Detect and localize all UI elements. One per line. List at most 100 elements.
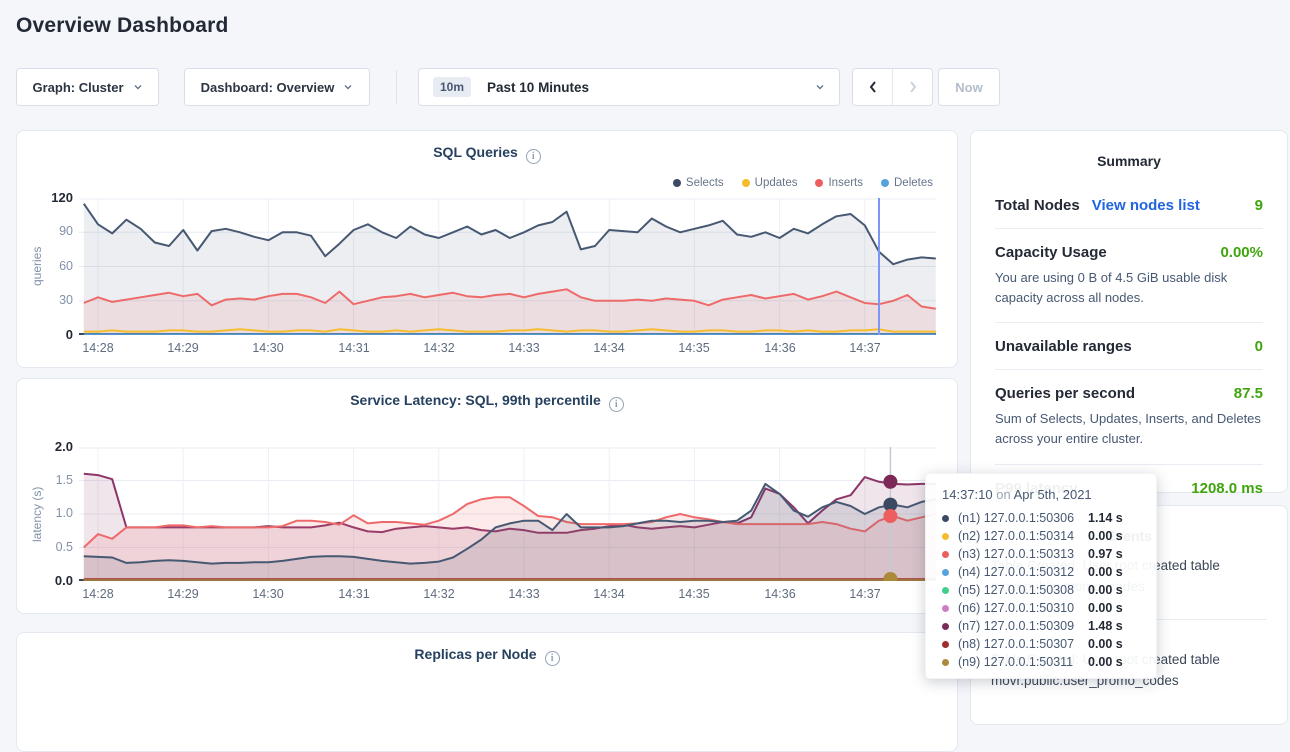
- unavailable-ranges-label: Unavailable ranges: [995, 338, 1132, 355]
- info-icon[interactable]: i: [609, 397, 624, 412]
- sql-queries-panel: SQL Queries i Selects Updates Inserts Delete…: [16, 130, 958, 368]
- legend-dot-icon: [881, 179, 889, 187]
- tooltip-node-row: (n4) 127.0.0.1:50312 0.00 s: [942, 563, 1140, 581]
- prev-time-button[interactable]: [853, 69, 893, 105]
- legend-item-inserts[interactable]: Inserts: [815, 177, 863, 189]
- x-tick-label: 14:30: [240, 341, 296, 355]
- tooltip-rows: (n1) 127.0.0.1:50306 1.14 s (n2) 127.0.0…: [942, 509, 1140, 671]
- tooltip-node-label: (n4) 127.0.0.1:50312: [958, 565, 1088, 579]
- total-nodes-value: 9: [1255, 197, 1263, 214]
- chevron-left-icon: [867, 80, 879, 94]
- tooltip-node-label: (n8) 127.0.0.1:50307: [958, 637, 1088, 651]
- graph-dropdown-label: Graph: Cluster: [32, 80, 123, 95]
- time-range-badge: 10m: [433, 77, 471, 97]
- time-step-buttons: [852, 68, 933, 106]
- overview-dashboard-page: { "page": { "title": "Overview Dashboard…: [0, 0, 1290, 689]
- tooltip-node-row: (n6) 127.0.0.1:50310 0.00 s: [942, 599, 1140, 617]
- qps-label: Queries per second: [995, 385, 1135, 402]
- tooltip-node-row: (n2) 127.0.0.1:50314 0.00 s: [942, 527, 1140, 545]
- x-tick-label: 14:37: [837, 587, 893, 601]
- tooltip-node-label: (n2) 127.0.0.1:50314: [958, 529, 1088, 543]
- x-tick-label: 14:32: [411, 587, 467, 601]
- qps-desc: Sum of Selects, Updates, Inserts, and De…: [995, 409, 1263, 449]
- tooltip-node-value: 0.97 s: [1088, 547, 1123, 561]
- y-tick-label: 30: [17, 293, 73, 307]
- tooltip-node-value: 0.00 s: [1088, 637, 1123, 651]
- tooltip-node-row: (n5) 127.0.0.1:50308 0.00 s: [942, 581, 1140, 599]
- series-dot-icon: [942, 623, 949, 630]
- service-latency-chart[interactable]: [79, 447, 936, 581]
- x-tick-label: 14:28: [70, 341, 126, 355]
- legend-dot-icon: [673, 179, 681, 187]
- time-range-dropdown[interactable]: 10m Past 10 Minutes: [418, 68, 840, 106]
- replicas-per-node-panel: Replicas per Node i: [16, 632, 958, 752]
- series-dot-icon: [942, 659, 949, 666]
- x-tick-label: 14:31: [326, 587, 382, 601]
- series-dot-icon: [942, 533, 949, 540]
- capacity-usage-desc: You are using 0 B of 4.5 GiB usable disk…: [995, 268, 1263, 308]
- tooltip-node-value: 0.00 s: [1088, 655, 1123, 669]
- tooltip-node-label: (n9) 127.0.0.1:50311: [958, 655, 1088, 669]
- dashboard-dropdown[interactable]: Dashboard: Overview: [184, 68, 370, 106]
- replicas-per-node-title: Replicas per Node: [414, 646, 536, 662]
- series-dot-icon: [942, 551, 949, 558]
- x-axis-ticks: 14:2814:2914:3014:3114:3214:3314:3414:35…: [17, 587, 957, 603]
- tooltip-node-row: (n1) 127.0.0.1:50306 1.14 s: [942, 509, 1140, 527]
- toolbar-divider: [396, 70, 397, 104]
- info-icon[interactable]: i: [526, 149, 541, 164]
- graph-dropdown[interactable]: Graph: Cluster: [16, 68, 159, 106]
- x-tick-label: 14:36: [752, 587, 808, 601]
- x-tick-label: 14:35: [666, 341, 722, 355]
- summary-row-unavailable: Unavailable ranges 0: [995, 322, 1263, 369]
- unavailable-ranges-value: 0: [1255, 338, 1263, 355]
- now-button[interactable]: Now: [938, 68, 1000, 106]
- summary-panel: Summary Total Nodes View nodes list 9 Ca…: [970, 130, 1288, 493]
- y-tick-label: 60: [17, 259, 73, 273]
- tooltip-node-row: (n8) 127.0.0.1:50307 0.00 s: [942, 635, 1140, 653]
- series-dot-icon: [942, 515, 949, 522]
- page-title: Overview Dashboard: [16, 14, 229, 38]
- tooltip-node-row: (n3) 127.0.0.1:50313 0.97 s: [942, 545, 1140, 563]
- time-range-label: Past 10 Minutes: [487, 80, 589, 95]
- x-tick-label: 14:33: [496, 587, 552, 601]
- tooltip-timestamp: 14:37:10 on Apr 5th, 2021: [942, 487, 1140, 502]
- next-time-button[interactable]: [893, 69, 932, 105]
- chart-hover-tooltip: 14:37:10 on Apr 5th, 2021 (n1) 127.0.0.1…: [925, 473, 1157, 679]
- legend-item-selects[interactable]: Selects: [673, 177, 724, 189]
- capacity-usage-value: 0.00%: [1220, 244, 1263, 261]
- legend-item-deletes[interactable]: Deletes: [881, 177, 933, 189]
- x-tick-label: 14:33: [496, 341, 552, 355]
- tooltip-node-value: 1.48 s: [1088, 619, 1123, 633]
- sql-queries-title: SQL Queries: [433, 144, 518, 160]
- legend-item-updates[interactable]: Updates: [742, 177, 798, 189]
- tooltip-node-value: 0.00 s: [1088, 583, 1123, 597]
- tooltip-node-row: (n9) 127.0.0.1:50311 0.00 s: [942, 653, 1140, 671]
- tooltip-node-value: 0.00 s: [1088, 529, 1123, 543]
- y-tick-label: 0: [17, 327, 73, 342]
- p99-latency-value: 1208.0 ms: [1191, 480, 1263, 497]
- view-nodes-list-link[interactable]: View nodes list: [1092, 197, 1200, 214]
- x-tick-label: 14:37: [837, 341, 893, 355]
- service-latency-title: Service Latency: SQL, 99th percentile: [350, 392, 601, 408]
- x-tick-label: 14:36: [752, 341, 808, 355]
- y-tick-label: 1.5: [17, 473, 73, 487]
- y-tick-label: 1.0: [17, 506, 73, 520]
- tooltip-node-label: (n6) 127.0.0.1:50310: [958, 601, 1088, 615]
- series-dot-icon: [942, 587, 949, 594]
- legend-dot-icon: [742, 179, 750, 187]
- service-latency-panel: Service Latency: SQL, 99th percentilei l…: [16, 378, 958, 614]
- summary-row-capacity: Capacity Usage 0.00% You are using 0 B o…: [995, 228, 1263, 322]
- x-tick-label: 14:29: [155, 587, 211, 601]
- y-tick-label: 2.0: [17, 439, 73, 454]
- x-axis-ticks: 14:2814:2914:3014:3114:3214:3314:3414:35…: [17, 341, 957, 357]
- info-icon[interactable]: i: [545, 651, 560, 666]
- tooltip-node-row: (n7) 127.0.0.1:50309 1.48 s: [942, 617, 1140, 635]
- legend-dot-icon: [815, 179, 823, 187]
- tooltip-node-value: 0.00 s: [1088, 601, 1123, 615]
- x-tick-label: 14:35: [666, 587, 722, 601]
- sql-queries-legend: Selects Updates Inserts Deletes: [673, 177, 933, 189]
- tooltip-node-label: (n5) 127.0.0.1:50308: [958, 583, 1088, 597]
- sql-queries-chart[interactable]: [79, 198, 936, 335]
- chevron-down-icon: [133, 82, 143, 92]
- chevron-down-icon: [815, 82, 825, 92]
